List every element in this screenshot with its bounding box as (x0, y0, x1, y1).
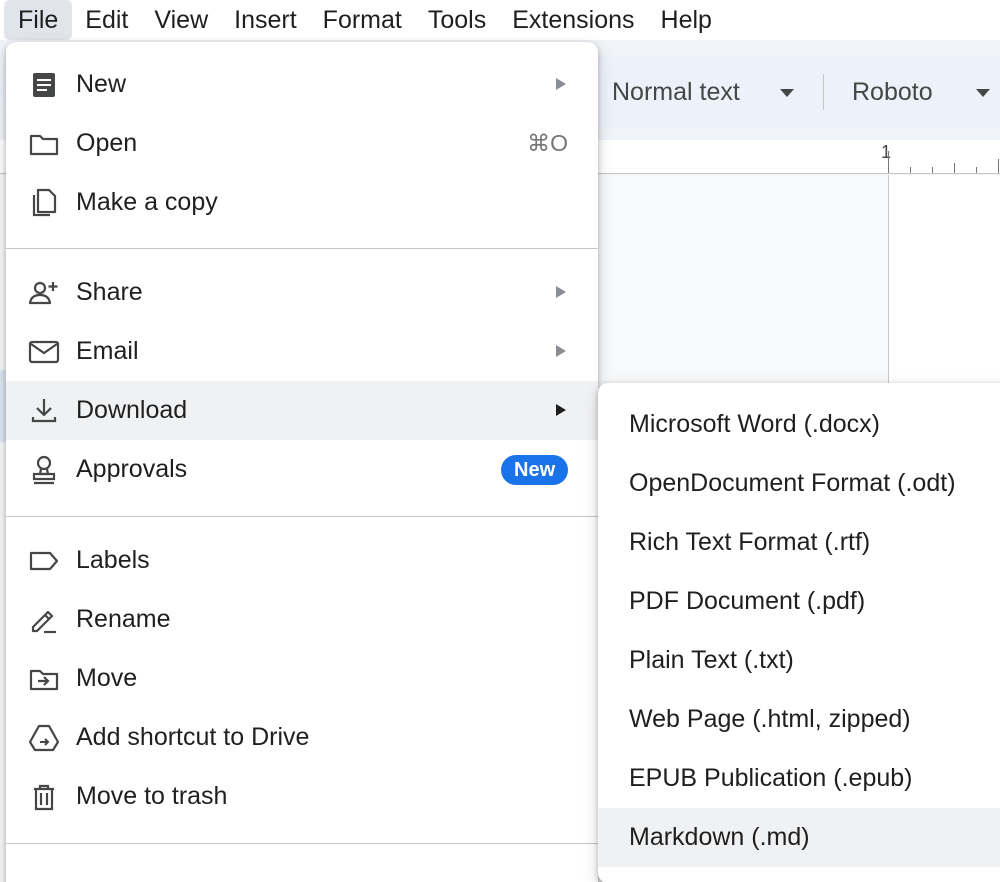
download-option-label: EPUB Publication (.epub) (629, 764, 913, 792)
file-menu-labels[interactable]: Labels (6, 531, 598, 590)
menu-tools[interactable]: Tools (415, 0, 499, 40)
copy-icon (28, 187, 60, 219)
menu-help[interactable]: Help (648, 0, 725, 40)
download-option-odt[interactable]: OpenDocument Format (.odt) (598, 454, 1000, 513)
download-option-label: PDF Document (.pdf) (629, 587, 866, 615)
ruler-tick (888, 151, 889, 173)
file-menu-share[interactable]: Share (6, 263, 598, 322)
download-option-html[interactable]: Web Page (.html, zipped) (598, 690, 1000, 749)
menu-divider (6, 843, 598, 844)
stamp-icon (28, 454, 60, 486)
submenu-arrow-icon (556, 286, 566, 298)
download-option-pdf[interactable]: PDF Document (.pdf) (598, 572, 1000, 631)
ruler-tick (954, 163, 955, 173)
file-menu-new-label: New (76, 70, 127, 98)
ruler-tick (932, 167, 933, 173)
file-menu-approvals-label: Approvals (76, 455, 188, 483)
label-icon (28, 545, 60, 577)
menubar: File Edit View Insert Format Tools Exten… (0, 0, 1000, 40)
menu-view[interactable]: View (141, 0, 221, 40)
ruler-tick (910, 167, 911, 173)
download-option-rtf[interactable]: Rich Text Format (.rtf) (598, 513, 1000, 572)
file-menu-make-copy[interactable]: Make a copy (6, 173, 598, 232)
submenu-arrow-icon (556, 404, 566, 416)
chevron-down-icon[interactable] (976, 89, 990, 97)
file-menu-share-label: Share (76, 278, 143, 306)
ruler-tick (998, 159, 999, 173)
file-menu-trash-label: Move to trash (76, 782, 228, 810)
chevron-down-icon[interactable] (780, 89, 794, 97)
file-menu-move[interactable]: Move (6, 649, 598, 708)
download-option-docx[interactable]: Microsoft Word (.docx) (598, 395, 1000, 454)
file-menu-add-shortcut-label: Add shortcut to Drive (76, 723, 310, 751)
pencil-icon (28, 604, 60, 636)
file-menu-download[interactable]: Download (6, 381, 598, 440)
submenu-arrow-icon (556, 345, 566, 357)
file-menu-move-label: Move (76, 664, 138, 692)
download-option-label: Web Page (.html, zipped) (629, 705, 911, 733)
menu-format[interactable]: Format (310, 0, 415, 40)
menu-extensions[interactable]: Extensions (499, 0, 647, 40)
file-menu-make-copy-label: Make a copy (76, 188, 218, 216)
ruler-label: 1 (881, 142, 892, 162)
file-menu-labels-label: Labels (76, 546, 150, 574)
download-option-label: OpenDocument Format (.odt) (629, 469, 956, 497)
person-add-icon (28, 277, 60, 309)
download-option-label: Microsoft Word (.docx) (629, 410, 880, 438)
paragraph-style-select[interactable]: Normal text (612, 56, 740, 128)
download-option-label: Rich Text Format (.rtf) (629, 528, 871, 556)
ruler-tick (976, 167, 977, 173)
menu-divider (6, 516, 598, 517)
document-icon (28, 69, 60, 101)
file-menu-rename-label: Rename (76, 605, 171, 633)
download-option-label: Markdown (.md) (629, 823, 810, 851)
mail-icon (28, 336, 60, 368)
file-menu-open-label: Open (76, 129, 138, 157)
menu-divider (6, 248, 598, 249)
drive-shortcut-icon (28, 722, 60, 754)
file-menu-new[interactable]: New (6, 55, 598, 114)
menu-edit[interactable]: Edit (72, 0, 141, 40)
font-family-select[interactable]: Roboto (852, 56, 933, 128)
download-icon (28, 395, 60, 427)
menu-insert[interactable]: Insert (221, 0, 310, 40)
file-menu-add-shortcut[interactable]: Add shortcut to Drive (6, 708, 598, 767)
file-menu-download-label: Download (76, 396, 188, 424)
download-option-epub[interactable]: EPUB Publication (.epub) (598, 749, 1000, 808)
file-menu-email[interactable]: Email (6, 322, 598, 381)
keyboard-shortcut: ⌘O (527, 130, 568, 156)
toolbar-divider (823, 74, 824, 110)
file-menu-approvals[interactable]: Approvals New (6, 440, 598, 499)
file-menu-trash[interactable]: Move to trash (6, 767, 598, 826)
folder-icon (28, 128, 60, 160)
submenu-arrow-icon (556, 78, 566, 90)
download-option-txt[interactable]: Plain Text (.txt) (598, 631, 1000, 690)
file-menu-open[interactable]: Open ⌘O (6, 114, 598, 173)
download-submenu: Microsoft Word (.docx) OpenDocument Form… (598, 383, 1000, 882)
trash-icon (28, 781, 60, 813)
file-menu-rename[interactable]: Rename (6, 590, 598, 649)
new-badge: New (501, 455, 569, 485)
download-option-markdown[interactable]: Markdown (.md) (598, 808, 1000, 867)
file-menu: New Open ⌘O Make a copy Share Email Down… (6, 42, 598, 882)
docs-window: File Edit View Insert Format Tools Exten… (0, 0, 1000, 882)
menu-file[interactable]: File (4, 0, 73, 40)
file-menu-email-label: Email (76, 337, 139, 365)
download-option-label: Plain Text (.txt) (629, 646, 794, 674)
page-margin-line (888, 175, 889, 395)
folder-move-icon (28, 663, 60, 695)
